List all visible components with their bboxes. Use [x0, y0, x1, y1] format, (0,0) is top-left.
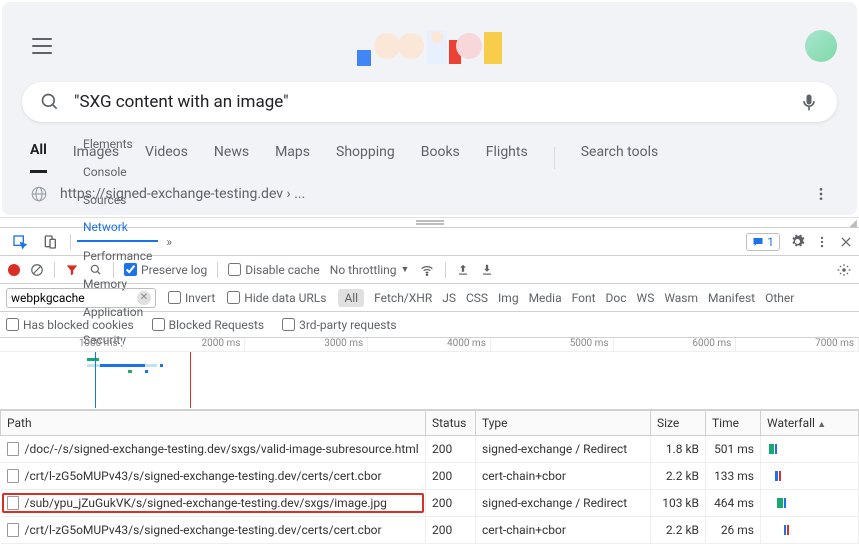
tab-news[interactable]: News — [214, 144, 249, 172]
more-panels-icon[interactable]: » — [160, 228, 178, 256]
search-tools[interactable]: Search tools — [581, 144, 659, 172]
third-party-checkbox[interactable]: 3rd-party requests — [282, 318, 396, 332]
panel-sources[interactable]: Sources — [77, 186, 158, 214]
type-filter-font[interactable]: Font — [572, 291, 596, 305]
type-filter-manifest[interactable]: Manifest — [708, 291, 755, 305]
table-row[interactable]: /crt/l-zG5oMUPv43/s/signed-exchange-test… — [1, 517, 859, 544]
type-filter-all[interactable]: All — [338, 289, 364, 307]
avatar[interactable] — [805, 30, 837, 62]
search-icon[interactable] — [89, 263, 103, 277]
col-waterfall[interactable]: Waterfall ▲ — [761, 411, 859, 436]
tab-books[interactable]: Books — [421, 144, 460, 172]
wifi-icon[interactable] — [419, 262, 435, 278]
col-path[interactable]: Path — [1, 411, 426, 436]
col-type[interactable]: Type — [476, 411, 651, 436]
type-filter-js[interactable]: JS — [442, 291, 456, 305]
upload-icon[interactable] — [456, 263, 470, 277]
panel-console[interactable]: Console — [77, 158, 158, 186]
devtools-panel: ElementsConsoleSourcesNetworkPerformance… — [0, 227, 859, 544]
resize-icon[interactable]: ◢ — [849, 218, 857, 229]
type-filter-ws[interactable]: WS — [637, 291, 655, 305]
file-icon — [7, 496, 19, 510]
record-button[interactable] — [8, 264, 20, 276]
preserve-log-checkbox[interactable]: Preserve log — [124, 263, 207, 277]
more-icon[interactable] — [813, 186, 829, 202]
type-filter-img[interactable]: Img — [498, 291, 519, 305]
search-icon — [40, 92, 60, 112]
col-time[interactable]: Time — [706, 411, 761, 436]
file-icon — [7, 523, 19, 537]
device-icon[interactable] — [36, 228, 64, 256]
google-logo — [349, 22, 509, 70]
type-filter-media[interactable]: Media — [529, 291, 562, 305]
table-row[interactable]: /doc/-/s/signed-exchange-testing.dev/sxg… — [1, 436, 859, 463]
type-filter-other[interactable]: Other — [765, 291, 794, 305]
network-table: PathStatusTypeSizeTimeWaterfall ▲ /doc/-… — [0, 410, 859, 544]
blocked-cookies-checkbox[interactable]: Has blocked cookies — [6, 318, 134, 332]
clear-icon[interactable] — [30, 263, 44, 277]
drag-handle[interactable]: ◢ — [0, 217, 859, 227]
kebab-icon[interactable] — [815, 235, 829, 249]
mic-icon[interactable] — [799, 92, 819, 112]
messages-badge[interactable]: 1 — [746, 233, 780, 251]
type-filter-wasm[interactable]: Wasm — [664, 291, 698, 305]
type-filter-css[interactable]: CSS — [466, 291, 488, 305]
tab-shopping[interactable]: Shopping — [336, 144, 395, 172]
tab-flights[interactable]: Flights — [486, 144, 528, 172]
timeline[interactable]: 1000 ms2000 ms3000 ms4000 ms5000 ms6000 … — [0, 338, 859, 410]
globe-icon — [30, 185, 48, 203]
panel-elements[interactable]: Elements — [77, 130, 158, 158]
filter-icon[interactable] — [65, 263, 79, 277]
blocked-requests-checkbox[interactable]: Blocked Requests — [152, 318, 264, 332]
gear-icon[interactable] — [837, 263, 851, 277]
table-row[interactable]: /sub/ypu_jZuGukVK/s/signed-exchange-test… — [1, 490, 859, 517]
tab-maps[interactable]: Maps — [275, 144, 310, 172]
tab-all[interactable]: All — [30, 142, 47, 173]
col-size[interactable]: Size — [651, 411, 706, 436]
col-status[interactable]: Status — [426, 411, 476, 436]
close-icon[interactable] — [839, 235, 853, 249]
menu-icon[interactable] — [32, 38, 52, 54]
file-icon — [7, 442, 19, 456]
search-input[interactable] — [74, 92, 799, 112]
throttling-select[interactable]: No throttling ▼ — [330, 263, 410, 277]
search-box[interactable] — [22, 82, 837, 122]
type-filter-doc[interactable]: Doc — [606, 291, 627, 305]
invert-checkbox[interactable]: Invert — [168, 291, 215, 305]
clear-filter-icon[interactable]: ✕ — [137, 291, 151, 305]
file-icon — [7, 469, 19, 483]
hide-data-urls-checkbox[interactable]: Hide data URLs — [227, 291, 326, 305]
inspect-icon[interactable] — [6, 228, 34, 256]
devtools-tabbar: ElementsConsoleSourcesNetworkPerformance… — [0, 228, 859, 256]
disable-cache-checkbox[interactable]: Disable cache — [228, 263, 320, 277]
filter-input[interactable]: ✕ — [6, 288, 156, 308]
table-row[interactable]: /crt/l-zG5oMUPv43/s/signed-exchange-test… — [1, 463, 859, 490]
type-filter-fetch-xhr[interactable]: Fetch/XHR — [374, 291, 432, 305]
gear-icon[interactable] — [790, 234, 805, 249]
download-icon[interactable] — [480, 263, 494, 277]
